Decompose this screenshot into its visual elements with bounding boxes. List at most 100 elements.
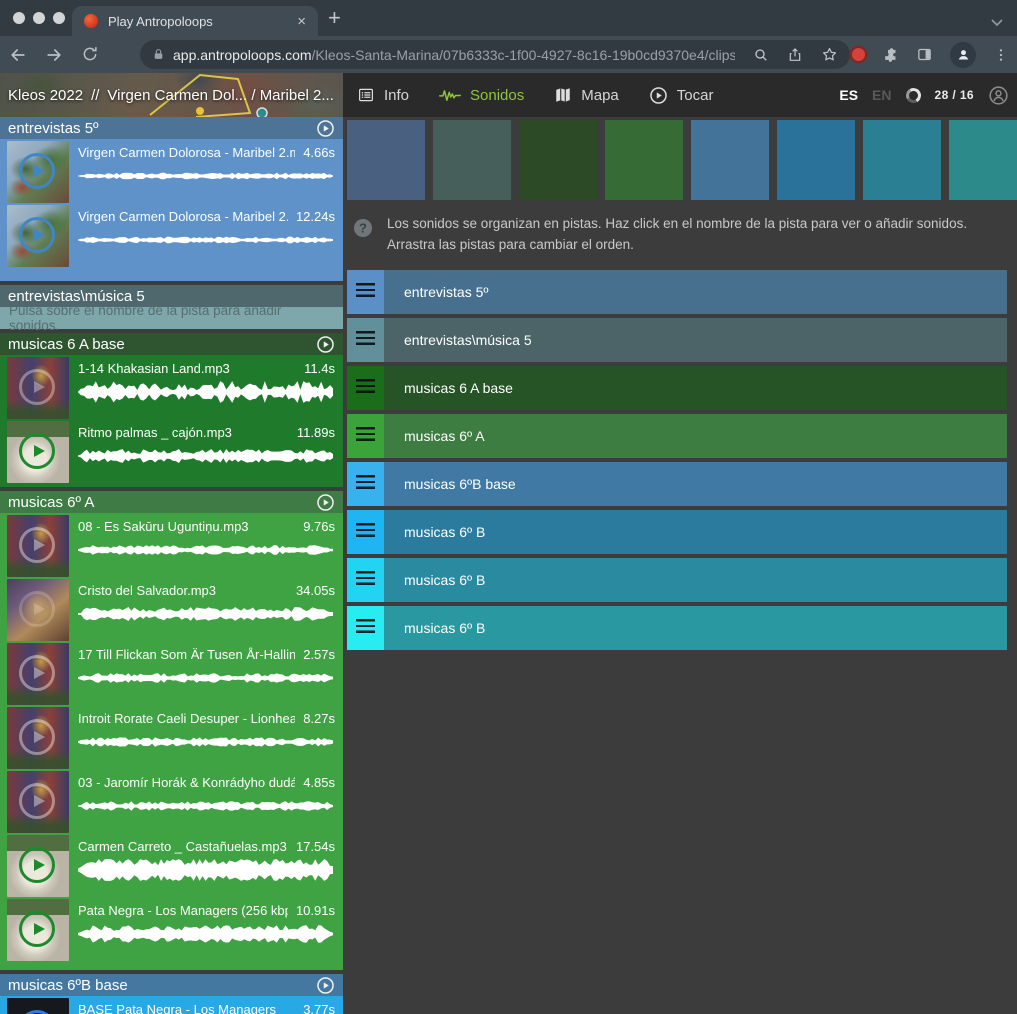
clip-thumbnail[interactable] <box>7 421 69 483</box>
back-button[interactable] <box>0 45 36 65</box>
breadcrumb-project[interactable]: Kleos 2022 <box>8 87 83 104</box>
track-row-name[interactable]: entrevistas\música 5 <box>384 318 1007 362</box>
drag-handle[interactable] <box>347 558 384 602</box>
browser-tab[interactable]: Play Antropoloops × <box>72 6 318 36</box>
clip-play-icon[interactable] <box>19 783 55 819</box>
browser-profile-avatar[interactable] <box>950 42 976 68</box>
zoom-page-icon[interactable] <box>753 47 769 63</box>
clip-play-icon[interactable] <box>19 655 55 691</box>
clip-thumbnail[interactable] <box>7 899 69 961</box>
puzzle-extensions-icon[interactable] <box>882 46 899 63</box>
drag-handle[interactable] <box>347 366 384 410</box>
track-row-name[interactable]: musicas 6ºB base <box>384 462 1007 506</box>
traffic-light-close-button[interactable] <box>13 12 25 24</box>
clip-play-icon[interactable] <box>19 369 55 405</box>
track-play-button[interactable] <box>316 335 335 354</box>
track-row[interactable]: musicas 6º B <box>347 558 1007 602</box>
clip-item[interactable]: Cristo del Salvador.mp334.05s <box>0 577 343 641</box>
clip-item[interactable]: Virgen Carmen Dolorosa - Maribel 2.mp34.… <box>0 139 343 203</box>
clip-thumbnail[interactable] <box>7 205 69 267</box>
clip-play-icon[interactable] <box>19 847 55 883</box>
new-tab-button[interactable]: + <box>328 4 341 32</box>
traffic-light-minimize-button[interactable] <box>33 12 45 24</box>
sidebar-track-header[interactable]: entrevistas\música 5 <box>0 285 343 307</box>
sidebar-track-name[interactable]: entrevistas 5º <box>8 120 316 137</box>
clip-play-icon[interactable] <box>19 591 55 627</box>
track-row[interactable]: entrevistas 5º <box>347 270 1007 314</box>
clip-item[interactable]: Pata Negra - Los Managers (256 kbps).mp3… <box>0 897 343 961</box>
clip-play-icon[interactable] <box>19 911 55 947</box>
track-row-name[interactable]: musicas 6º B <box>384 606 1007 650</box>
clip-item[interactable]: Introit Rorate Caeli Desuper - Lionheart… <box>0 705 343 769</box>
language-es-button[interactable]: ES <box>839 87 858 103</box>
track-row-name[interactable]: musicas 6º B <box>384 558 1007 602</box>
breadcrumb[interactable]: Kleos 2022 // Virgen Carmen Dol... / Mar… <box>8 73 334 117</box>
recording-extension-icon[interactable] <box>852 48 865 61</box>
clip-thumbnail[interactable] <box>7 141 69 203</box>
clip-item[interactable]: 08 - Es Sakūru Uguntiņu.mp39.76s <box>0 513 343 577</box>
sidebar-track-name[interactable]: musicas 6 A base <box>8 336 316 353</box>
drag-handle[interactable] <box>347 462 384 506</box>
forward-button[interactable] <box>36 45 72 65</box>
drag-handle[interactable] <box>347 510 384 554</box>
nav-tab-sonidos[interactable]: Sonidos <box>439 87 524 104</box>
track-row[interactable]: entrevistas\música 5 <box>347 318 1007 362</box>
reload-button[interactable] <box>72 45 108 63</box>
clip-item[interactable]: Carmen Carreto _ Castañuelas.mp317.54s <box>0 833 343 897</box>
language-en-button[interactable]: EN <box>872 87 891 103</box>
sidebar-track-header[interactable]: musicas 6º A <box>0 491 343 513</box>
nav-tab-info[interactable]: Info <box>357 86 409 104</box>
sidebar-track-header[interactable]: musicas 6 A base <box>0 333 343 355</box>
sidebar-track-name[interactable]: entrevistas\música 5 <box>8 288 335 305</box>
nav-tab-tocar[interactable]: Tocar <box>649 86 714 105</box>
nav-tab-mapa[interactable]: Mapa <box>554 86 619 104</box>
browser-menu-icon[interactable] <box>993 47 1009 63</box>
sidebar-track-name[interactable]: musicas 6ºB base <box>8 977 316 994</box>
tab-close-icon[interactable]: × <box>297 13 306 30</box>
track-row-name[interactable]: musicas 6º B <box>384 510 1007 554</box>
track-play-button[interactable] <box>316 119 335 138</box>
sidebar-track-header[interactable]: musicas 6ºB base <box>0 974 343 996</box>
clip-play-icon[interactable] <box>19 217 55 253</box>
clip-item[interactable]: 1-14 Khakasian Land.mp311.4s <box>0 355 343 419</box>
track-play-button[interactable] <box>316 976 335 995</box>
sidebar-track-header[interactable]: entrevistas 5º <box>0 117 343 139</box>
breadcrumb-path[interactable]: Virgen Carmen Dol... / Maribel 2... <box>107 87 333 104</box>
track-row[interactable]: musicas 6º B <box>347 510 1007 554</box>
account-icon[interactable] <box>988 85 1009 106</box>
clip-play-icon[interactable] <box>19 433 55 469</box>
drag-handle[interactable] <box>347 318 384 362</box>
track-row-name[interactable]: entrevistas 5º <box>384 270 1007 314</box>
clip-thumbnail[interactable] <box>7 643 69 705</box>
split-view-icon[interactable] <box>916 46 933 63</box>
traffic-light-zoom-button[interactable] <box>53 12 65 24</box>
clip-thumbnail[interactable] <box>7 771 69 833</box>
clip-item[interactable]: Ritmo palmas _ cajón.mp311.89s <box>0 419 343 483</box>
drag-handle[interactable] <box>347 270 384 314</box>
track-row-name[interactable]: musicas 6 A base <box>384 366 1007 410</box>
clip-item[interactable]: BASE Pata Negra - Los Managers3.77s <box>0 996 343 1014</box>
clip-thumbnail[interactable] <box>7 998 69 1014</box>
sidebar-track-name[interactable]: musicas 6º A <box>8 494 316 511</box>
bookmark-star-icon[interactable] <box>821 46 838 63</box>
clip-thumbnail[interactable] <box>7 357 69 419</box>
clip-play-icon[interactable] <box>19 153 55 189</box>
track-row[interactable]: musicas 6 A base <box>347 366 1007 410</box>
tab-search-chevron-icon[interactable] <box>991 14 1003 32</box>
track-row[interactable]: musicas 6ºB base <box>347 462 1007 506</box>
clip-thumbnail[interactable] <box>7 707 69 769</box>
share-icon[interactable] <box>787 47 803 63</box>
track-play-button[interactable] <box>316 493 335 512</box>
clip-item[interactable]: 17 Till Flickan Som Är Tusen År-Halling … <box>0 641 343 705</box>
clip-item[interactable]: 03 - Jaromír Horák & Konrádyho dudácká .… <box>0 769 343 833</box>
track-row[interactable]: musicas 6º B <box>347 606 1007 650</box>
address-bar[interactable]: app.antropoloops.com /Kleos-Santa-Marina… <box>140 40 850 69</box>
clip-item[interactable]: Virgen Carmen Dolorosa - Maribel 2.mp312… <box>0 203 343 267</box>
drag-handle[interactable] <box>347 414 384 458</box>
clip-thumbnail[interactable] <box>7 579 69 641</box>
drag-handle[interactable] <box>347 606 384 650</box>
track-row-name[interactable]: musicas 6º A <box>384 414 1007 458</box>
clip-play-icon[interactable] <box>19 1010 55 1014</box>
track-row[interactable]: musicas 6º A <box>347 414 1007 458</box>
clip-thumbnail[interactable] <box>7 515 69 577</box>
